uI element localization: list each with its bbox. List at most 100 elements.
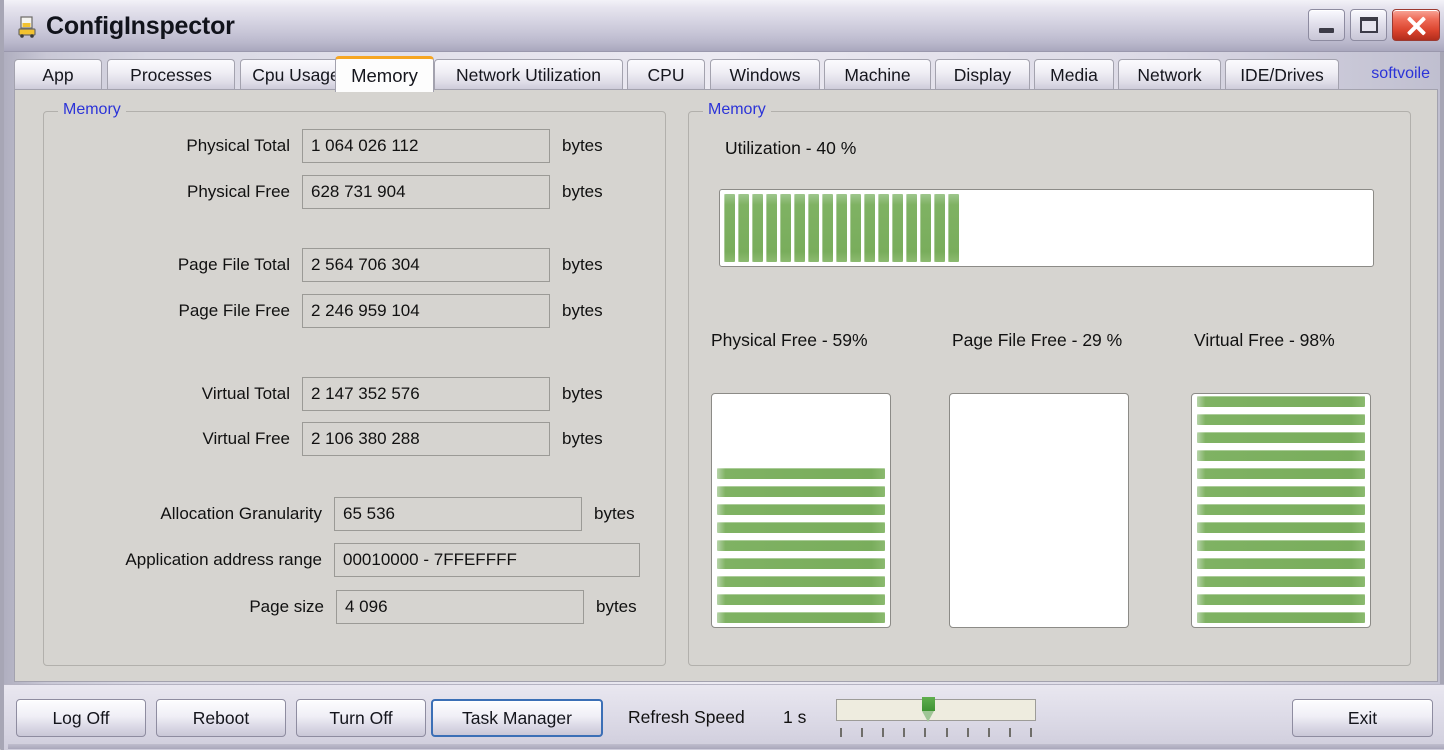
utilization-segment (892, 194, 903, 262)
utilization-segment (850, 194, 861, 262)
field-row-page-file-free: Page File Free 2 246 959 104 bytes (75, 294, 603, 328)
gauge-title-virtual-free: Virtual Free - 98% (1194, 330, 1335, 350)
application-icon (18, 16, 36, 38)
task-manager-button[interactable]: Task Manager (431, 699, 603, 737)
tab-network-utilization[interactable]: Network Utilization (434, 59, 623, 90)
tab-app[interactable]: App (14, 59, 102, 90)
gauge-title-physical-free: Physical Free - 59% (711, 330, 868, 350)
turn-off-button[interactable]: Turn Off (296, 699, 426, 737)
gauge-physical-free (711, 393, 891, 628)
gauge-title-page-file-free: Page File Free - 29 % (952, 330, 1123, 350)
unit-page-file-total: bytes (562, 255, 603, 274)
slider-tick (882, 728, 885, 737)
slider-track[interactable] (836, 699, 1036, 721)
gauge-segment (1197, 468, 1365, 479)
gauge-segment (1197, 432, 1365, 443)
tab-display[interactable]: Display (935, 59, 1030, 90)
slider-thumb[interactable] (922, 697, 935, 722)
title-bar: ConfigInspector (4, 0, 1444, 52)
utilization-segment (878, 194, 889, 262)
slider-tick (966, 728, 969, 737)
tab-network[interactable]: Network (1118, 59, 1221, 90)
gauge-segment (1197, 450, 1365, 461)
softvoile-link[interactable]: softvoile (1371, 65, 1430, 83)
value-page-file-free[interactable]: 2 246 959 104 (302, 294, 550, 328)
minimize-button[interactable] (1308, 9, 1345, 41)
reboot-button[interactable]: Reboot (156, 699, 286, 737)
refresh-speed-label: Refresh Speed (628, 707, 745, 727)
gauge-segment (717, 540, 885, 551)
value-virtual-free[interactable]: 2 106 380 288 (302, 422, 550, 456)
close-icon (1393, 10, 1439, 40)
unit-virtual-total: bytes (562, 384, 603, 403)
value-page-file-total[interactable]: 2 564 706 304 (302, 248, 550, 282)
utilization-segment (836, 194, 847, 262)
exit-button[interactable]: Exit (1292, 699, 1433, 737)
value-allocation-granularity[interactable]: 65 536 (334, 497, 582, 531)
gauge-segment (717, 486, 885, 497)
tab-media[interactable]: Media (1034, 59, 1114, 90)
value-page-size[interactable]: 4 096 (336, 590, 584, 624)
gauge-segment (1197, 396, 1365, 407)
slider-tick (924, 728, 927, 737)
label-page-size: Page size (249, 597, 324, 616)
label-page-file-free: Page File Free (178, 301, 291, 320)
tab-bar: App Processes Cpu Usage Memory Network U… (14, 56, 1438, 92)
value-virtual-total[interactable]: 2 147 352 576 (302, 377, 550, 411)
value-application-address-range[interactable]: 00010000 - 7FFEFFFF (334, 543, 640, 577)
utilization-segment (780, 194, 791, 262)
slider-tick (903, 728, 906, 737)
unit-page-size: bytes (596, 597, 637, 616)
unit-page-file-free: bytes (562, 301, 603, 320)
gauge-segment (717, 504, 885, 515)
gauge-segment (1197, 576, 1365, 587)
utilization-segment (822, 194, 833, 262)
tab-processes[interactable]: Processes (107, 59, 235, 90)
field-row-application-address-range: Application address range 00010000 - 7FF… (43, 543, 652, 577)
minimize-icon (1319, 28, 1334, 33)
gauge-segment (717, 612, 885, 623)
label-application-address-range: Application address range (125, 550, 322, 569)
gauge-segment (1197, 486, 1365, 497)
gauge-segment (717, 576, 885, 587)
status-bar (8, 744, 1444, 749)
slider-tick (840, 728, 842, 737)
tab-memory[interactable]: Memory (335, 56, 434, 92)
window-title: ConfigInspector (46, 12, 235, 40)
gauge-segment (717, 594, 885, 605)
utilization-bar (719, 189, 1374, 267)
tab-content-memory: Memory Physical Total 1 064 026 112 byte… (14, 89, 1438, 682)
label-physical-total: Physical Total (186, 136, 290, 155)
utilization-segment (906, 194, 917, 262)
gauge-segment (717, 468, 885, 479)
close-button[interactable] (1392, 9, 1440, 41)
unit-physical-free: bytes (562, 182, 603, 201)
tab-windows[interactable]: Windows (710, 59, 820, 90)
utilization-segment (864, 194, 875, 262)
maximize-button[interactable] (1350, 9, 1387, 41)
bottom-toolbar: Log Off Reboot Turn Off Task Manager Ref… (4, 684, 1444, 750)
gauge-page-file-free (949, 393, 1129, 628)
tab-ide-drives[interactable]: IDE/Drives (1225, 59, 1339, 90)
tab-machine[interactable]: Machine (824, 59, 931, 90)
gauge-segment (1197, 540, 1365, 551)
refresh-speed-slider[interactable] (836, 697, 1036, 738)
utilization-segment (794, 194, 805, 262)
app-root: ConfigInspector App Processes Cpu Usage … (0, 0, 1444, 750)
value-physical-free[interactable]: 628 731 904 (302, 175, 550, 209)
unit-virtual-free: bytes (562, 429, 603, 448)
log-off-button[interactable]: Log Off (16, 699, 146, 737)
field-row-page-file-total: Page File Total 2 564 706 304 bytes (75, 248, 603, 282)
field-row-page-size: Page size 4 096 bytes (43, 590, 637, 624)
memory-graphs-legend: Memory (703, 101, 771, 119)
memory-details-legend: Memory (58, 101, 126, 119)
field-row-virtual-free: Virtual Free 2 106 380 288 bytes (75, 422, 603, 456)
field-row-physical-free: Physical Free 628 731 904 bytes (75, 175, 603, 209)
utilization-segment (920, 194, 931, 262)
value-physical-total[interactable]: 1 064 026 112 (302, 129, 550, 163)
utilization-segment (752, 194, 763, 262)
label-virtual-free: Virtual Free (202, 429, 290, 448)
tab-cpu[interactable]: CPU (627, 59, 705, 90)
utilization-segment (724, 194, 735, 262)
utilization-segment (948, 194, 959, 262)
